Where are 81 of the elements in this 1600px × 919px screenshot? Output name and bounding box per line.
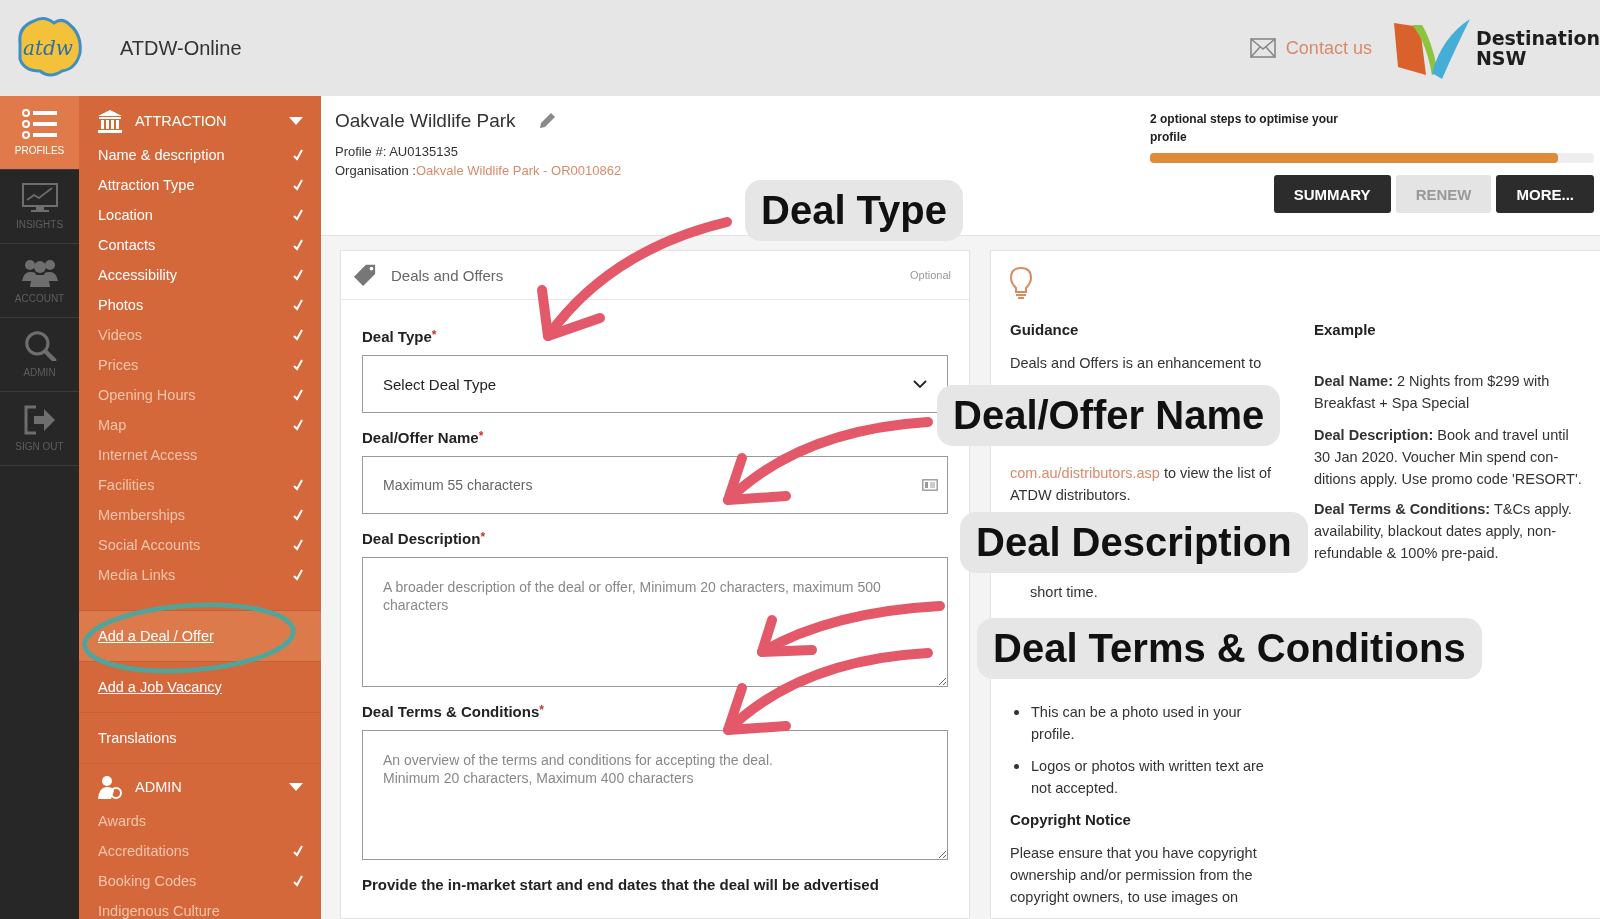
callout-label: Deal Description [960, 512, 1308, 573]
example-heading: Example [1314, 321, 1377, 338]
example-text: Deal Terms & Conditions: T&Cs apply. [1314, 500, 1573, 519]
field-label: Deal Type* [362, 328, 438, 345]
example-text: availability, blackout dates apply, non-refundable & 100% pre-paid. [1314, 522, 1558, 563]
sidebar-item[interactable]: Prices [79, 350, 321, 380]
chevron-down-icon [913, 379, 927, 389]
guidance-text: Deals and Offers is an enhancement to [1010, 354, 1263, 373]
sidebar-item[interactable]: Accreditations [79, 836, 321, 866]
sidebar-item[interactable]: Videos [79, 320, 321, 350]
action-button[interactable]: MORE... [1496, 175, 1594, 213]
contact-card-icon [922, 479, 938, 491]
text-area-field[interactable]: An overview of the terms and conditions for accepting the deal. Minimum 20 characters, Maximum 400 characters [362, 730, 948, 860]
guidance-bullet-text: Logos or photos with written text are not accepted. [1031, 757, 1265, 798]
sidebar-item[interactable]: Awards [79, 806, 321, 836]
sidebar-item[interactable]: Name & description [79, 140, 321, 170]
optional-label: Optional [910, 269, 951, 281]
guidance-bullet-text: This can be a photo used in your profile. [1031, 703, 1243, 744]
sidebar-item[interactable]: Booking Codes [79, 866, 321, 896]
callout-label: Deal Type [745, 180, 963, 241]
wings-logo-icon [1391, 17, 1472, 79]
bullet-icon [1014, 764, 1019, 769]
pencil-edit-icon[interactable] [537, 112, 556, 130]
list-icon [21, 109, 58, 139]
panel-title: Deals and Offers [391, 266, 505, 284]
profile-number: Profile #: AU0135135 [335, 143, 459, 161]
sidebar-item[interactable]: Photos [79, 290, 321, 320]
callout-label: Deal/Offer Name [937, 385, 1281, 446]
people-icon [21, 257, 58, 287]
guidance-heading: Copyright Notice [1010, 811, 1132, 828]
sidebar-link-item[interactable]: Add a Job Vacancy [79, 661, 321, 712]
guidance-text: com.au/distributors.asp to view the list of ATDW distributors. [1010, 464, 1273, 505]
input-field[interactable]: Maximum 55 characters [362, 456, 948, 514]
sidebar-item[interactable]: Accessibility [79, 260, 321, 290]
partner-logo-text: Destination [1475, 28, 1600, 48]
profile-name: Oakvale Wildlife Park [335, 110, 516, 132]
columns-building-icon [97, 109, 123, 133]
caret-icon [289, 783, 303, 791]
caret-icon [289, 117, 303, 125]
guidance-heading: Guidance [1010, 321, 1080, 338]
field-label: Deal Terms & Conditions* [362, 703, 545, 720]
sidebar-item[interactable]: Indigenous Culture [79, 896, 321, 919]
field-label: Deal Description* [362, 530, 487, 547]
sidebar-section-header[interactable]: ATTRACTION [79, 102, 321, 140]
envelope-icon[interactable] [1249, 38, 1276, 58]
guidance-text: short time. [1029, 583, 1099, 602]
partner-logo-text: NSW [1475, 48, 1528, 68]
sidebar-item[interactable]: Attraction Type [79, 170, 321, 200]
lightbulb-icon [1010, 267, 1032, 299]
distributors-link[interactable]: com.au/distributors.asp [1010, 465, 1160, 481]
organisation-label: Organisation : [335, 162, 416, 180]
rail-nav-item[interactable]: PROFILES [0, 96, 79, 170]
guidance-text: Please ensure that you have copyright ownership and/or permission from the copyright owners, to use images on [1010, 844, 1258, 907]
contact-link[interactable]: Contact us [1285, 37, 1372, 59]
price-tag-icon [353, 263, 377, 287]
sidebar-item[interactable]: Contacts [79, 230, 321, 260]
sidebar-link-item[interactable]: Add a Deal / Offer [79, 610, 321, 661]
callout-label: Deal Terms & Conditions [977, 618, 1482, 679]
sidebar-section-header[interactable]: ADMIN [79, 768, 321, 806]
deal-type-dropdown[interactable]: Select Deal Type [362, 355, 948, 413]
sidebar-item[interactable]: Media Links [79, 560, 321, 590]
sidebar-item[interactable]: Facilities [79, 470, 321, 500]
action-button[interactable]: SUMMARY [1273, 175, 1391, 213]
example-text: Deal Name: 2 Nights from $299 with [1314, 372, 1551, 391]
sidebar-item[interactable]: Internet Access [79, 440, 321, 470]
sidebar-item[interactable]: Map [79, 410, 321, 440]
sidebar-item[interactable]: Location [79, 200, 321, 230]
progress-caption: 2 optional steps to optimise your profile [1150, 111, 1340, 146]
example-text: Breakfast + Spa Special [1314, 394, 1471, 413]
person-gear-icon [97, 775, 123, 799]
sidebar-item[interactable]: Memberships [79, 500, 321, 530]
app-title: ATDW-Online [120, 36, 242, 60]
sidebar-item[interactable]: Translations [79, 712, 321, 764]
field-label: Deal/Offer Name* [362, 429, 485, 446]
text-area-field[interactable]: A broader description of the deal or offer, Minimum 20 characters, maximum 500 characters [362, 557, 948, 687]
example-text: Deal Description: Book and travel until 30 Jan 2020. Voucher Min spend con-ditions apply. Use promo code 'RESORT'. [1314, 426, 1582, 489]
monitor-chart-icon [21, 183, 58, 213]
sidebar-item[interactable]: Opening Hours [79, 380, 321, 410]
dates-instruction: Provide the in-market start and end dates that the deal will be advertised [362, 876, 880, 893]
bullet-icon [1014, 710, 1019, 715]
sidebar-item[interactable]: Social Accounts [79, 530, 321, 560]
